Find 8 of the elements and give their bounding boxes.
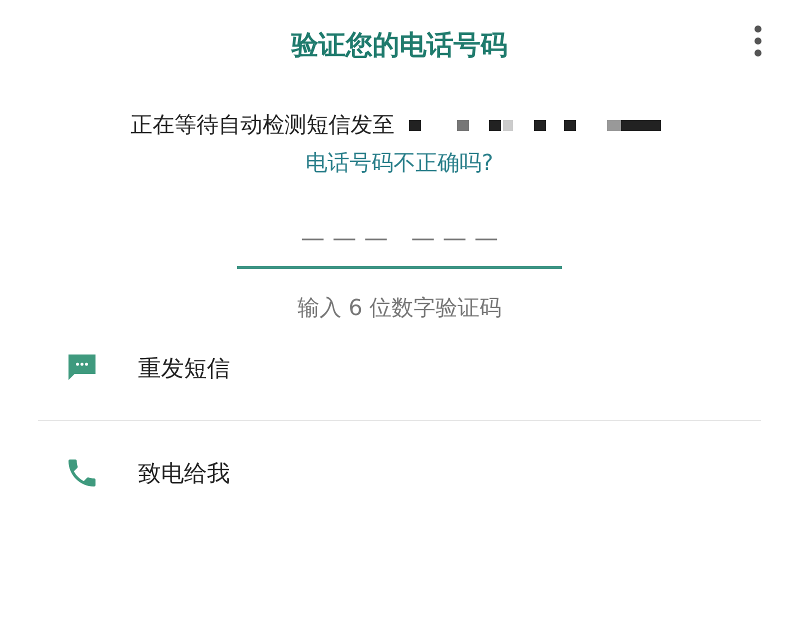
code-input-field[interactable]: — — — — — — [237, 218, 562, 269]
page-title: 验证您的电话号码 [292, 29, 508, 63]
option-button[interactable]: 致电给我 [0, 446, 799, 500]
waiting-message: 正在等待自动检测短信发至 [130, 112, 394, 140]
option-button[interactable]: 重发短信 [0, 341, 799, 395]
menu-icon[interactable] [753, 24, 763, 58]
wrong-number-link[interactable]: 电话号码不正确吗? [306, 148, 494, 178]
code-hint: 输入 6 位数字验证码 [296, 295, 502, 323]
